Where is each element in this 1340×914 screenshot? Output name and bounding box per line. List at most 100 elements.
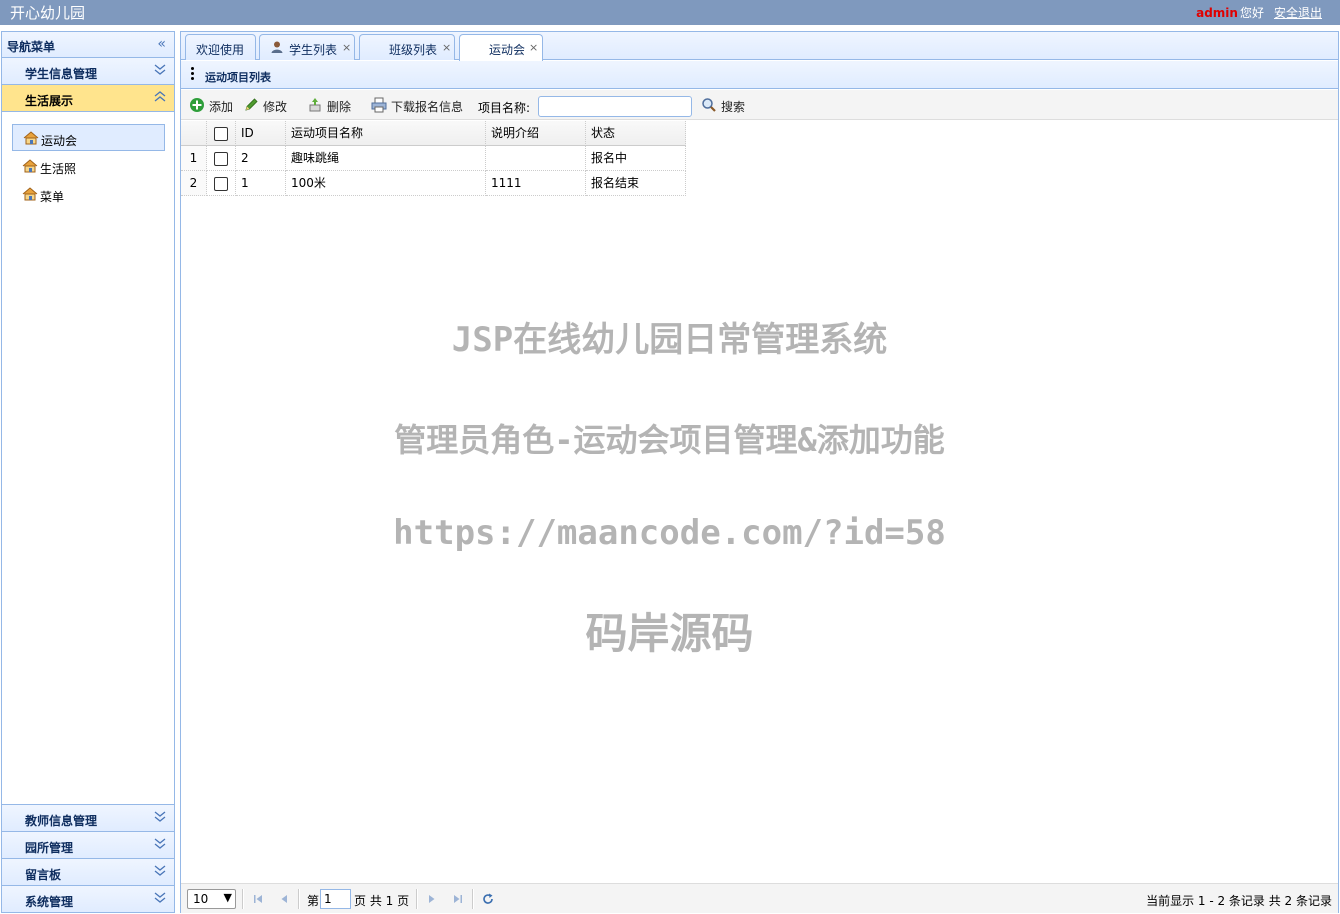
select-all-checkbox[interactable] xyxy=(214,127,228,141)
next-page-icon[interactable] xyxy=(425,892,439,906)
user-area: admin 您好 安全退出 xyxy=(1196,4,1322,21)
chevron-up-double-icon xyxy=(154,89,166,107)
column-header-name[interactable]: 运动项目名称 xyxy=(286,121,486,146)
tab-label: 学生列表 xyxy=(289,43,338,57)
download-label: 下载报名信息 xyxy=(391,100,464,114)
accordion-life-display[interactable]: 生活展示 xyxy=(2,85,174,112)
sidebar-item-label: 生活照 xyxy=(40,162,77,176)
main-panel: 欢迎使用 学生列表 × 班级列表 × 运动会 × 运动项目列表 添加 修改 删除… xyxy=(180,31,1339,913)
tab-bar: 欢迎使用 学生列表 × 班级列表 × 运动会 × xyxy=(181,32,1338,61)
tab-sports-meet[interactable]: 运动会 × xyxy=(459,34,543,61)
cell-id: 1 xyxy=(236,171,286,196)
house-icon xyxy=(22,187,38,201)
search-icon xyxy=(702,98,716,112)
watermark-line-1: JSP在线幼儿园日常管理系统 xyxy=(451,320,888,360)
sidebar-item-menu[interactable]: 菜单 xyxy=(12,181,165,208)
cell-id: 2 xyxy=(236,146,286,171)
edit-label: 修改 xyxy=(263,100,288,114)
sidebar-item-life-photos[interactable]: 生活照 xyxy=(12,153,165,180)
logout-link[interactable]: 安全退出 xyxy=(1274,6,1322,20)
user-name: admin xyxy=(1196,6,1238,20)
edit-button[interactable]: 修改 xyxy=(243,95,291,115)
accordion-life-display-body: 运动会 生活照 菜单 xyxy=(2,112,174,804)
add-button[interactable]: 添加 xyxy=(189,95,237,115)
accordion-campus-management[interactable]: 园所管理 xyxy=(2,831,174,858)
pager-separator xyxy=(416,889,418,909)
search-label: 项目名称: xyxy=(478,101,531,115)
sidebar-item-label: 运动会 xyxy=(41,134,78,148)
tab-student-list[interactable]: 学生列表 × xyxy=(259,34,355,60)
pager-separator xyxy=(472,889,474,909)
accordion-label: 教师信息管理 xyxy=(25,814,98,828)
chevron-down-double-icon xyxy=(154,62,166,80)
prev-page-icon[interactable] xyxy=(277,892,291,906)
rownum-header xyxy=(181,121,207,146)
cell-name: 100米 xyxy=(286,171,486,196)
row-select-cell xyxy=(207,146,236,171)
row-checkbox[interactable] xyxy=(214,152,228,166)
pagination-bar: 10 ▼ 第 页 共 1 页 当前显示 1 - 2 条记录 共 2 条记录 xyxy=(181,883,1338,913)
search-button[interactable]: 搜索 xyxy=(701,95,749,115)
house-icon xyxy=(23,131,39,145)
accordion-system-management[interactable]: 系统管理 xyxy=(2,885,174,912)
add-icon xyxy=(190,98,204,112)
first-page-icon[interactable] xyxy=(251,892,265,906)
row-checkbox[interactable] xyxy=(214,177,228,191)
row-select-cell xyxy=(207,171,236,196)
row-number: 1 xyxy=(181,146,207,171)
add-label: 添加 xyxy=(209,100,234,114)
menu-dots-icon xyxy=(191,67,195,82)
page-number-input[interactable] xyxy=(320,889,351,909)
sidebar-header: 导航菜单 « xyxy=(2,32,174,58)
page-size-select[interactable]: 10 ▼ xyxy=(187,889,236,909)
chevron-down-double-icon xyxy=(154,836,166,854)
accordion-label: 园所管理 xyxy=(25,841,74,855)
house-icon xyxy=(22,159,38,173)
page-total-text: 页 共 1 页 xyxy=(354,894,410,908)
watermark-line-3: https://maancode.com/?id=58 xyxy=(393,513,946,553)
tab-welcome[interactable]: 欢迎使用 xyxy=(185,34,256,60)
delete-label: 删除 xyxy=(327,100,352,114)
sidebar-title: 导航菜单 xyxy=(7,40,56,54)
pager-separator xyxy=(298,889,300,909)
chevron-down-double-icon xyxy=(154,809,166,827)
printer-icon xyxy=(371,97,387,113)
sidebar-item-sports-meet[interactable]: 运动会 xyxy=(12,124,165,151)
column-header-status[interactable]: 状态 xyxy=(586,121,686,146)
tab-label: 欢迎使用 xyxy=(196,43,245,57)
row-number: 2 xyxy=(181,171,207,196)
sidebar-item-label: 菜单 xyxy=(40,190,65,204)
collapse-left-icon[interactable]: « xyxy=(157,36,166,52)
delete-button[interactable]: 删除 xyxy=(307,95,355,115)
accordion-label: 系统管理 xyxy=(25,895,74,909)
cell-desc xyxy=(486,146,586,171)
column-header-id[interactable]: ID xyxy=(236,121,286,146)
app-header: 开心幼儿园 admin 您好 安全退出 xyxy=(0,0,1340,25)
app-title: 开心幼儿园 xyxy=(10,4,86,22)
close-icon[interactable]: × xyxy=(529,41,538,54)
tab-class-list[interactable]: 班级列表 × xyxy=(359,34,455,60)
refresh-icon[interactable] xyxy=(481,892,495,906)
accordion-message-board[interactable]: 留言板 xyxy=(2,858,174,885)
chevron-down-double-icon xyxy=(154,863,166,881)
accordion-label: 留言板 xyxy=(25,868,62,882)
greeting-text: 您好 xyxy=(1239,6,1264,20)
chevron-down-double-icon xyxy=(154,890,166,908)
trash-icon xyxy=(309,98,321,112)
close-icon[interactable]: × xyxy=(442,41,451,54)
panel-header: 运动项目列表 xyxy=(181,61,1338,89)
accordion-student-info[interactable]: 学生信息管理 xyxy=(2,58,174,85)
pager-separator xyxy=(242,889,244,909)
cell-status: 报名中 xyxy=(586,146,686,171)
accordion-label: 生活展示 xyxy=(25,94,74,108)
accordion-teacher-info[interactable]: 教师信息管理 xyxy=(2,804,174,831)
search-input[interactable] xyxy=(538,96,692,117)
panel-title: 运动项目列表 xyxy=(205,71,271,84)
close-icon[interactable]: × xyxy=(342,41,351,54)
tab-label: 运动会 xyxy=(489,43,526,57)
user-icon xyxy=(271,41,283,53)
last-page-icon[interactable] xyxy=(451,892,465,906)
record-info: 当前显示 1 - 2 条记录 共 2 条记录 xyxy=(1146,894,1332,908)
download-signup-button[interactable]: 下载报名信息 xyxy=(371,95,467,115)
column-header-desc[interactable]: 说明介绍 xyxy=(486,121,586,146)
